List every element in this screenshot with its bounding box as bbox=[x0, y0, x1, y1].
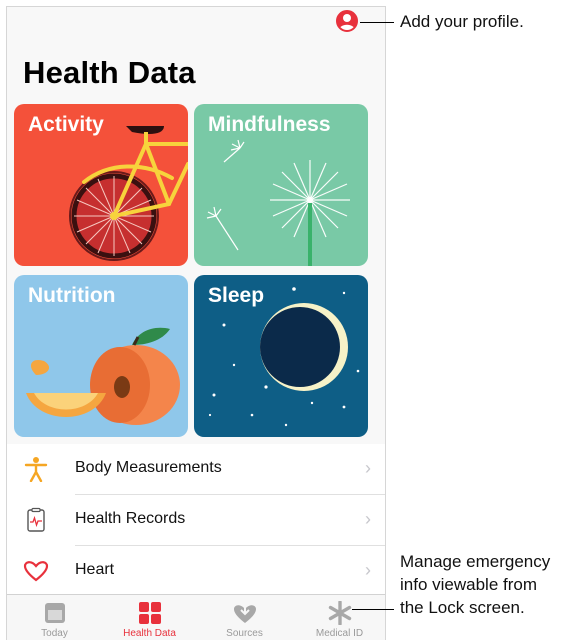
tab-label: Medical ID bbox=[315, 628, 364, 639]
tab-label: Sources bbox=[226, 628, 263, 639]
list-item-heart[interactable]: Heart › bbox=[7, 546, 385, 597]
heart-down-icon bbox=[234, 603, 256, 623]
profile-callout-line bbox=[360, 22, 394, 23]
list-item-label: Health Records bbox=[75, 510, 186, 527]
profile-icon bbox=[339, 14, 355, 30]
tab-sources[interactable]: Sources bbox=[197, 595, 292, 640]
calendar-icon bbox=[45, 603, 65, 623]
mindfulness-tile[interactable]: Mindfulness bbox=[194, 104, 368, 266]
list-item-label: Body Measurements bbox=[75, 459, 222, 476]
nutrition-tile-label: Nutrition bbox=[28, 284, 116, 307]
profile-callout: Add your profile. bbox=[400, 12, 524, 31]
list-item-label: Heart bbox=[75, 561, 115, 578]
sleep-tile-label: Sleep bbox=[208, 284, 265, 307]
list-item-health-records[interactable]: Health Records › bbox=[7, 495, 385, 546]
health-category-list: Body Measurements › Health Records › Hea… bbox=[7, 444, 385, 597]
asterisk-icon bbox=[328, 601, 352, 625]
tab-today[interactable]: Today bbox=[7, 595, 102, 640]
medical-id-callout-line bbox=[352, 609, 394, 610]
list-item-body-measurements[interactable]: Body Measurements › bbox=[7, 444, 385, 495]
clipboard-icon bbox=[27, 507, 45, 532]
medical-id-callout-line-1: Manage emergency bbox=[400, 552, 551, 571]
person-icon bbox=[24, 457, 48, 482]
chevron-right-icon: › bbox=[365, 509, 371, 529]
tab-health-data[interactable]: Health Data bbox=[102, 595, 197, 640]
sleep-tile[interactable]: Sleep bbox=[194, 275, 368, 437]
medical-id-callout-line-2: info viewable from bbox=[400, 575, 538, 594]
nutrition-tile[interactable]: Nutrition bbox=[14, 275, 188, 437]
chevron-right-icon: › bbox=[365, 560, 371, 580]
tab-label: Today bbox=[41, 628, 68, 639]
medical-id-callout-line-3: the Lock screen. bbox=[400, 598, 525, 617]
mindfulness-tile-label: Mindfulness bbox=[208, 113, 331, 136]
activity-tile[interactable]: Activity bbox=[14, 104, 188, 266]
page-title: Health Data bbox=[23, 55, 196, 90]
chevron-right-icon: › bbox=[365, 458, 371, 478]
tab-bar: Today Health Data Sources Medical ID bbox=[7, 594, 385, 640]
tab-label: Health Data bbox=[123, 628, 176, 639]
grid-icon bbox=[139, 602, 161, 624]
profile-button[interactable] bbox=[336, 10, 358, 32]
activity-tile-label: Activity bbox=[28, 113, 104, 136]
tab-medical-id[interactable]: Medical ID bbox=[292, 595, 385, 640]
heart-icon bbox=[23, 561, 49, 582]
health-app-screen: Health Data Activity Mindfulness Nutriti… bbox=[6, 6, 386, 640]
